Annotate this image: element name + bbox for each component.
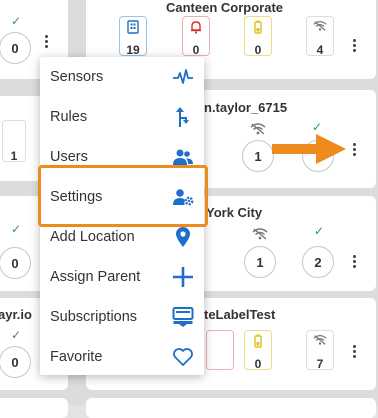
subscriptions-icon — [172, 307, 194, 327]
bell-icon — [191, 21, 201, 34]
count-circle: 0 — [0, 32, 31, 64]
count-value: 1 — [10, 149, 18, 163]
stat-value: 0 — [254, 43, 262, 57]
battery-icon — [254, 334, 262, 348]
menu-item-label: Subscriptions — [50, 309, 138, 325]
more-options-button[interactable] — [352, 344, 358, 360]
location-title: ayr.io — [0, 307, 32, 322]
check-icon: ✓ — [11, 222, 22, 236]
location-title: teLabelTest — [204, 307, 276, 322]
count-value: 1 — [256, 254, 264, 270]
count-circle: 0 — [0, 346, 31, 378]
count-value: 2 — [314, 254, 322, 270]
user-settings-icon — [173, 189, 194, 206]
wifi-off-icon — [250, 123, 266, 135]
location-card-edge — [0, 398, 68, 418]
more-options-button[interactable] — [44, 34, 50, 50]
wifi-off-icon — [252, 228, 268, 240]
menu-item-sensors[interactable]: Sensors — [40, 57, 204, 97]
plus-icon — [173, 267, 193, 287]
menu-item-label: Rules — [50, 109, 88, 125]
sensors-stat: 19 — [119, 16, 147, 57]
stat-value: 0 — [254, 357, 262, 371]
offline-count-circle: 1 — [244, 246, 276, 278]
menu-item-label: Settings — [50, 189, 103, 205]
count-value: 0 — [11, 255, 19, 271]
menu-item-subscriptions[interactable]: Subscriptions — [40, 297, 204, 337]
rules-branch-icon — [176, 107, 189, 127]
wifi-off-icon — [313, 20, 327, 31]
battery-stat: 0 — [244, 16, 272, 57]
stat-value: 19 — [126, 43, 140, 57]
alerts-stat: 0 — [182, 16, 210, 57]
offline-stat: 4 — [306, 16, 334, 57]
check-icon: ✓ — [11, 328, 22, 342]
battery-stat: 0 — [244, 330, 272, 371]
menu-item-label: Favorite — [50, 349, 103, 365]
location-pin-icon — [176, 227, 190, 247]
count-value: 0 — [11, 354, 19, 370]
stat-box: 1 — [2, 120, 26, 163]
check-icon: ✓ — [314, 224, 325, 238]
online-count-circle: 2 — [302, 246, 334, 278]
alerts-stat — [206, 330, 234, 370]
more-options-button[interactable] — [352, 38, 358, 54]
count-value: 0 — [11, 40, 19, 56]
menu-item-users[interactable]: Users — [40, 137, 204, 177]
menu-item-favorite[interactable]: Favorite — [40, 337, 204, 377]
sensor-pulse-icon — [173, 69, 193, 84]
menu-item-settings[interactable]: Settings — [40, 177, 204, 217]
more-options-button[interactable] — [352, 142, 358, 158]
menu-item-add-location[interactable]: Add Location — [40, 217, 204, 257]
count-value: 1 — [254, 148, 262, 164]
stat-value: 0 — [192, 43, 200, 57]
stat-value: 4 — [316, 43, 324, 57]
location-title: York City — [206, 205, 263, 220]
count-circle: 0 — [0, 247, 31, 279]
offline-count-circle: 1 — [242, 140, 274, 172]
menu-item-label: Assign Parent — [50, 269, 141, 285]
menu-item-label: Sensors — [50, 69, 104, 85]
location-title: Canteen Corporate — [166, 0, 284, 15]
context-menu: Sensors Rules Users Settings Add Locatio… — [40, 57, 204, 375]
more-options-button[interactable] — [352, 254, 358, 270]
wifi-off-icon — [313, 334, 327, 345]
stat-value: 7 — [316, 357, 324, 371]
heart-icon — [173, 348, 193, 366]
users-icon — [173, 149, 193, 165]
building-icon — [127, 20, 139, 34]
pointer-arrow — [272, 134, 346, 164]
location-title: n.taylor_6715 — [204, 100, 288, 115]
menu-item-label: Add Location — [50, 229, 135, 245]
location-card-edge — [86, 398, 376, 418]
battery-icon — [254, 20, 262, 34]
check-icon: ✓ — [11, 14, 22, 28]
offline-stat: 7 — [306, 330, 334, 371]
menu-item-label: Users — [50, 149, 88, 165]
menu-item-rules[interactable]: Rules — [40, 97, 204, 137]
menu-item-assign-parent[interactable]: Assign Parent — [40, 257, 204, 297]
